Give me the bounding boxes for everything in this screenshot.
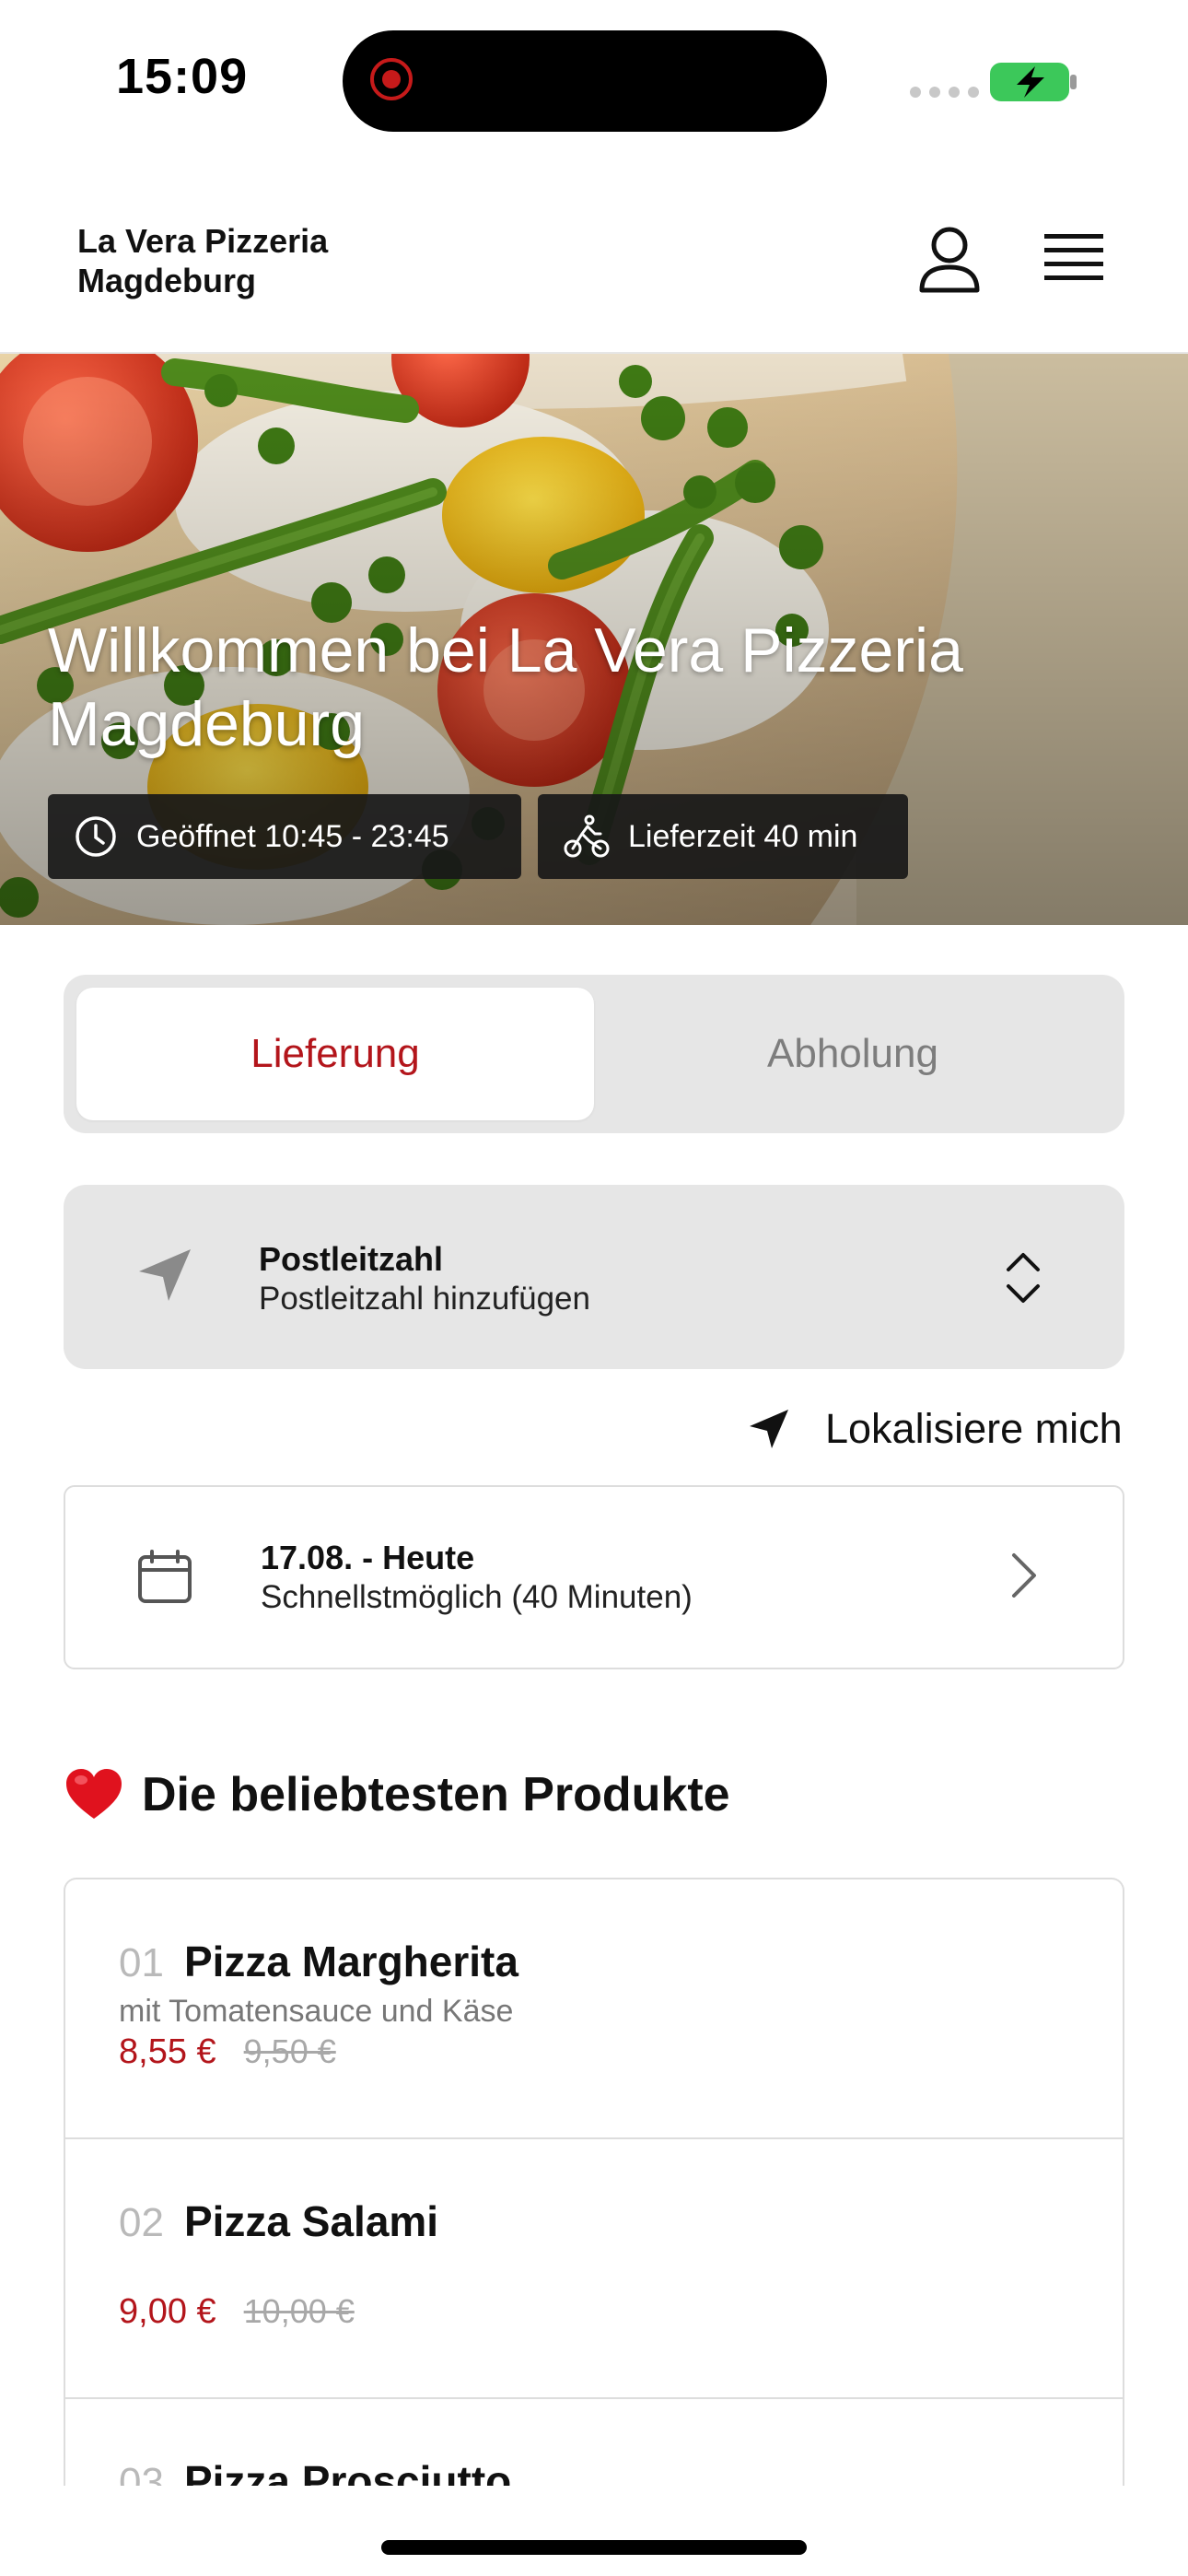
bottom-safe-area: [0, 2486, 1188, 2576]
chevron-up-down-icon: [1007, 1253, 1040, 1303]
app-header: La Vera Pizzeria Magdeburg: [0, 184, 1188, 354]
delivery-time-selector[interactable]: 17.08. - Heute Schnellstmöglich (40 Minu…: [64, 1485, 1124, 1669]
status-time: 15:09: [116, 49, 249, 104]
bicycle-courier-icon: [564, 814, 610, 858]
opening-hours-text: Geöffnet 10:45 - 23:45: [136, 818, 449, 854]
product-name: Pizza Margherita: [183, 1938, 518, 1985]
product-price: 8,55 €: [119, 2032, 216, 2071]
heart-icon: [66, 1769, 122, 1819]
recording-indicator-icon: [370, 58, 413, 100]
cellular-signal-icon: [910, 87, 979, 98]
product-old-price: 10,00 €: [243, 2292, 355, 2330]
postcode-selector[interactable]: Postleitzahl Postleitzahl hinzufügen: [64, 1185, 1124, 1369]
postcode-label: Postleitzahl: [259, 1240, 444, 1278]
restaurant-name[interactable]: La Vera Pizzeria Magdeburg: [77, 221, 390, 300]
hero-title: Willkommen bei La Vera Pizzeria Magdebur…: [48, 615, 963, 759]
popular-products-heading: Die beliebtesten Produkte: [64, 1767, 730, 1822]
hero-banner: Willkommen bei La Vera Pizzeria Magdebur…: [0, 354, 1188, 925]
product-old-price: 9,50 €: [243, 2032, 336, 2070]
product-name: Pizza Prosciutto: [183, 2457, 512, 2488]
product-description: mit Tomatensauce und Käse: [119, 1994, 514, 2029]
locate-me-label: Lokalisiere mich: [825, 1405, 1123, 1452]
status-bar: 15:09: [0, 0, 1188, 162]
calendar-icon: [138, 1550, 192, 1603]
product-price: 9,00 €: [119, 2292, 216, 2331]
product-number: 01: [119, 1940, 164, 1985]
locate-me-button[interactable]: Lokalisiere mich: [746, 1400, 1123, 1458]
tab-delivery[interactable]: Lieferung: [76, 988, 594, 1120]
clock-icon: [76, 816, 116, 857]
location-arrow-icon: [139, 1249, 191, 1301]
opening-hours-badge: Geöffnet 10:45 - 23:45: [48, 794, 521, 879]
product-name: Pizza Salami: [183, 2197, 439, 2245]
delivery-date: 17.08. - Heute: [261, 1539, 475, 1576]
delivery-time-option: Schnellstmöglich (40 Minuten): [261, 1579, 693, 1615]
delivery-time-badge: Lieferzeit 40 min: [538, 794, 908, 879]
location-arrow-icon: [750, 1410, 788, 1448]
popular-products-list: 01 Pizza Margherita mit Tomatensauce und…: [64, 1878, 1124, 2488]
hamburger-menu-icon[interactable]: [1044, 230, 1103, 286]
account-icon[interactable]: [917, 225, 982, 295]
postcode-placeholder: Postleitzahl hinzufügen: [259, 1281, 590, 1317]
delivery-time-text: Lieferzeit 40 min: [628, 818, 858, 854]
tab-pickup[interactable]: Abholung: [594, 988, 1112, 1120]
product-number: 02: [119, 2200, 164, 2245]
product-number: 03: [119, 2460, 164, 2488]
order-mode-switch: Lieferung Abholung: [64, 975, 1124, 1133]
product-item[interactable]: 01 Pizza Margherita mit Tomatensauce und…: [65, 1879, 1123, 2139]
popular-products-title: Die beliebtesten Produkte: [142, 1768, 730, 1821]
product-item[interactable]: 03 Pizza Prosciutto: [65, 2399, 1123, 2488]
dynamic-island: [343, 30, 827, 132]
battery-charging-icon: [990, 63, 1077, 101]
home-indicator[interactable]: [381, 2540, 807, 2555]
product-item[interactable]: 02 Pizza Salami 9,00 € 10,00 €: [65, 2139, 1123, 2399]
chevron-right-icon: [1012, 1553, 1036, 1598]
